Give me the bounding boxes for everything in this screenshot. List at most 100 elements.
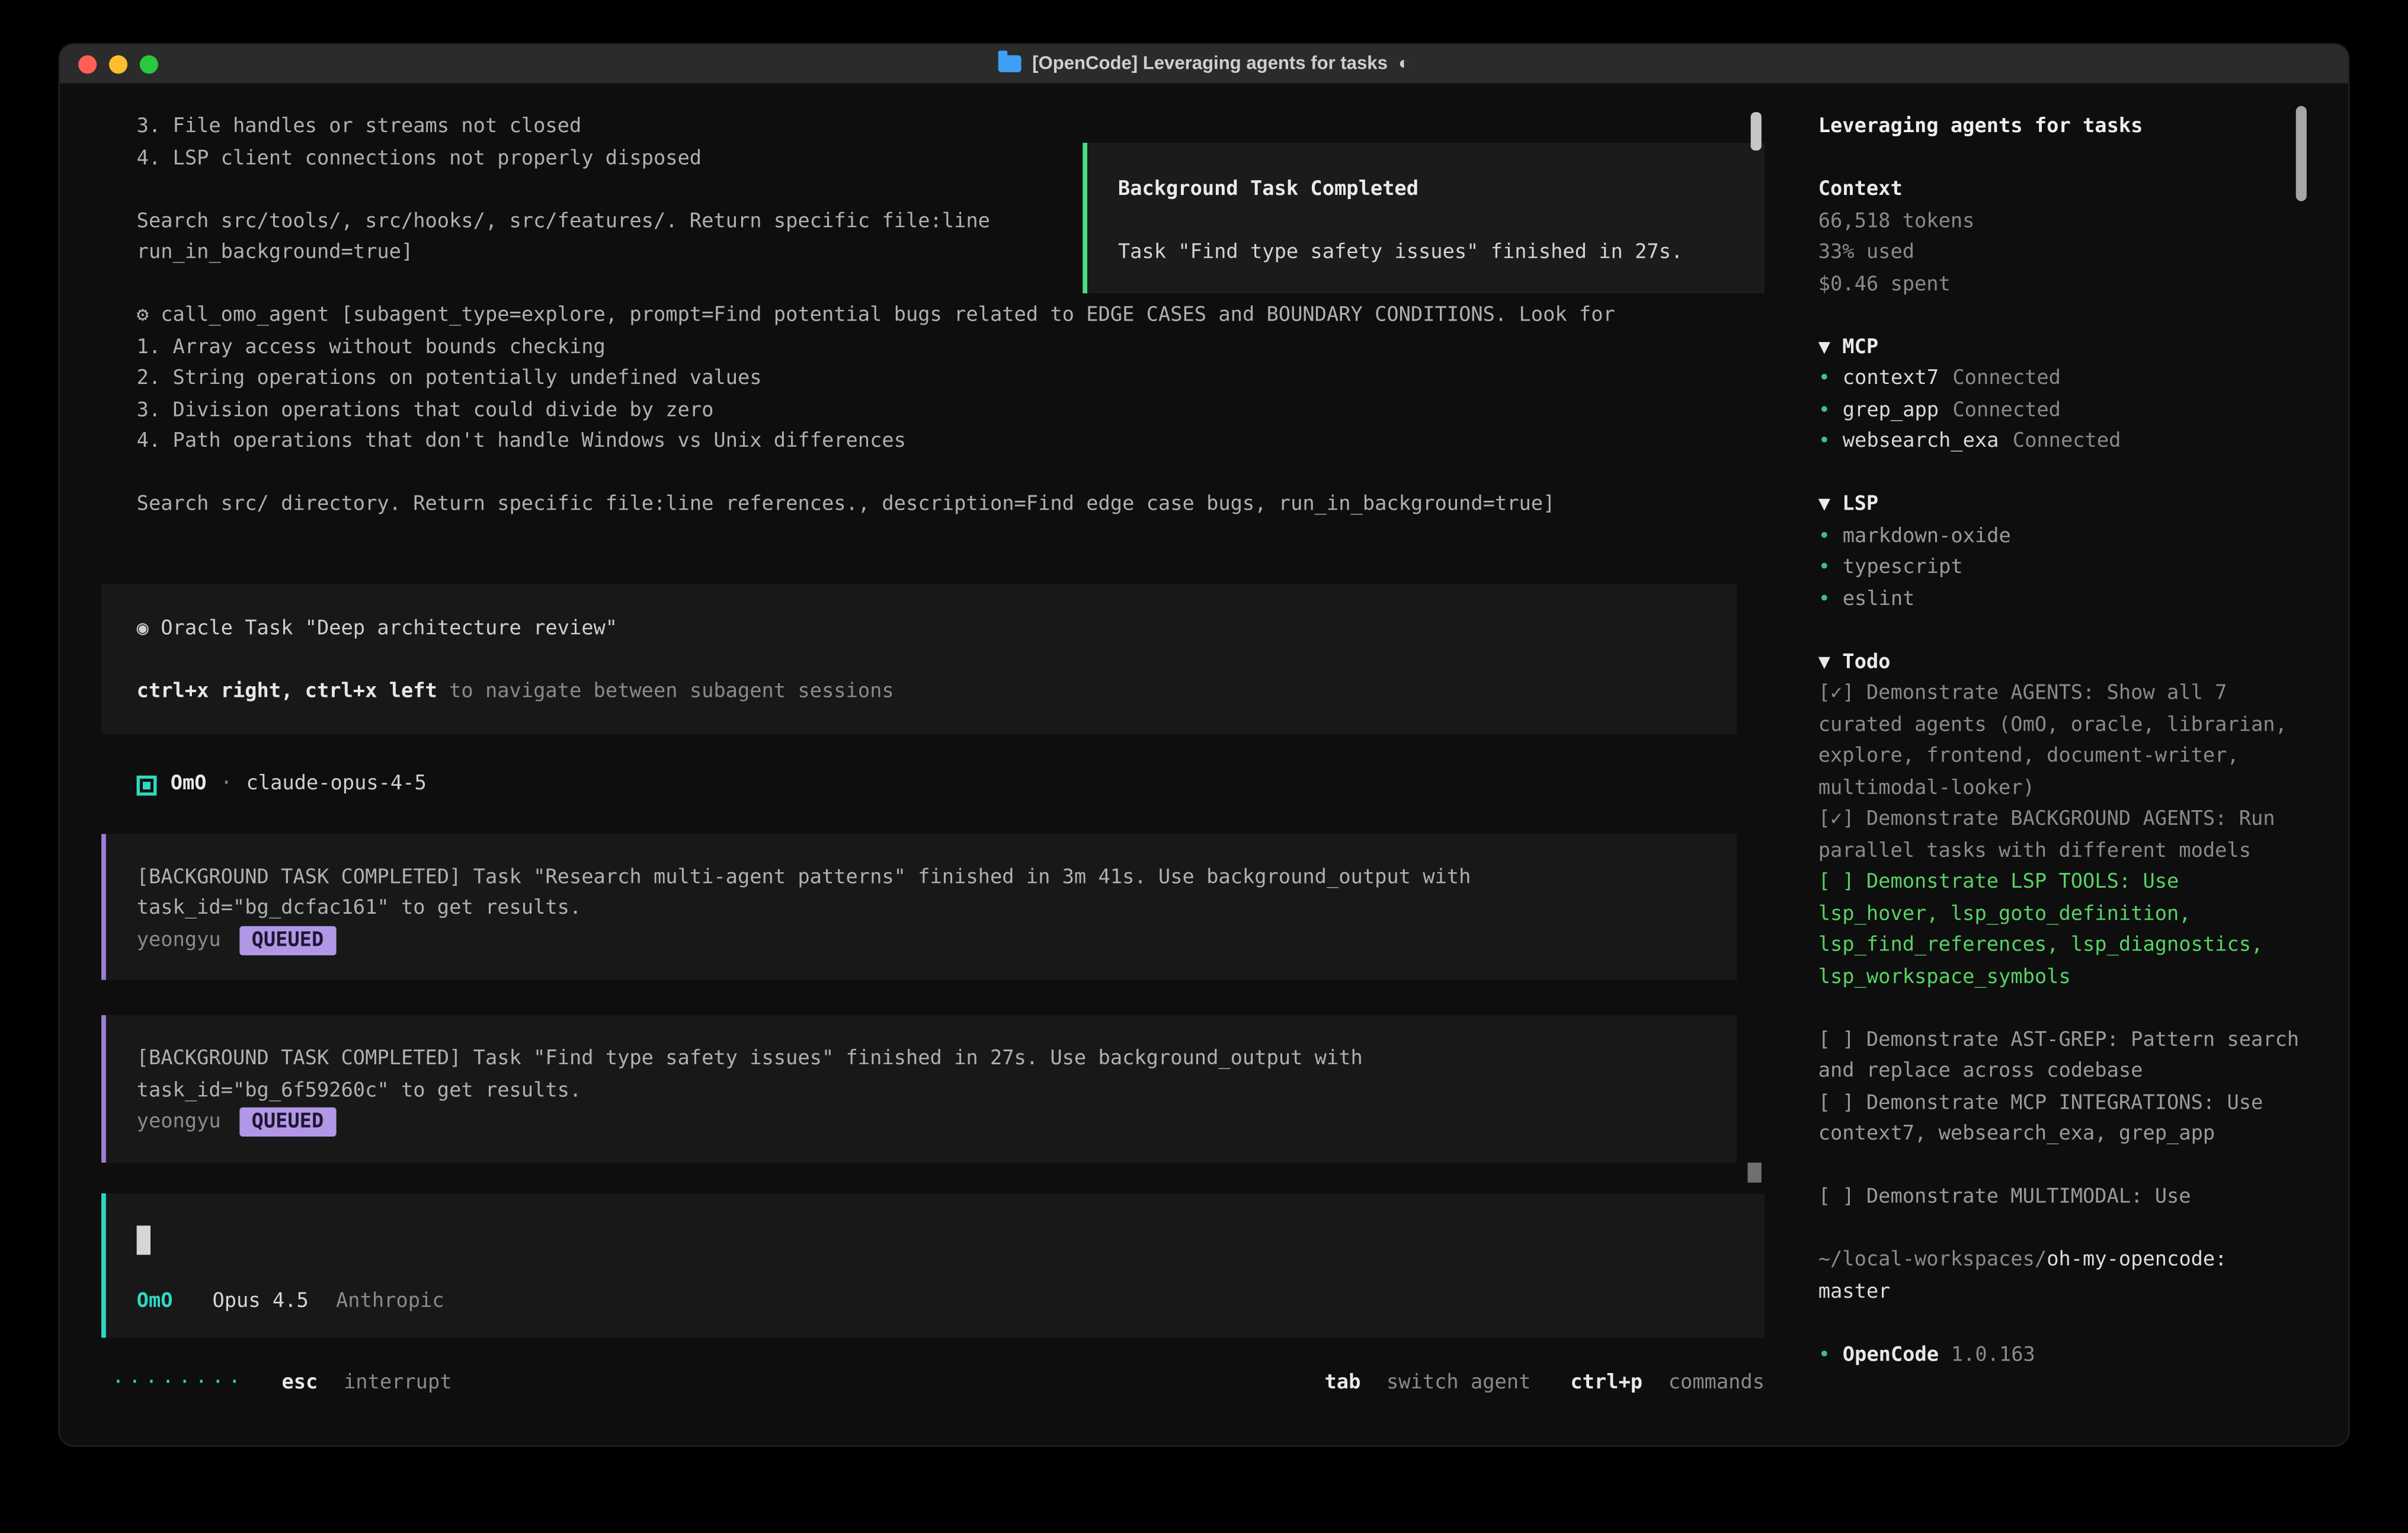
- agent-model: claude-opus-4-5: [246, 770, 427, 801]
- message-author: yeongyu: [137, 1110, 221, 1134]
- lsp-name: eslint: [1843, 587, 1915, 610]
- message-background-task-2: [BACKGROUND TASK COMPLETED] Task "Find t…: [101, 1015, 1737, 1162]
- workspace-path: ~/local-workspaces/oh-my-opencode: maste…: [1818, 1246, 2308, 1308]
- workspace-repo: oh-my-opencode:: [2047, 1249, 2227, 1272]
- agent-name: OmO: [171, 770, 207, 801]
- message-line: [BACKGROUND TASK COMPLETED] Task "Resear…: [137, 862, 1709, 894]
- status-right: tab switch agent ctrl+p commands: [1324, 1368, 1765, 1399]
- todo-item: [ ] Demonstrate AST-GREP: Pattern search…: [1818, 1025, 2308, 1088]
- lsp-item: typescript: [1818, 553, 2308, 584]
- mcp-status: Connected: [2013, 430, 2121, 453]
- todo-item: [ ] Demonstrate LSP TOOLS: Use lsp_hover…: [1818, 868, 2308, 994]
- message-meta: yeongyu QUEUED: [137, 926, 1709, 957]
- ctrl-p-key-label: commands: [1669, 1371, 1765, 1394]
- tab-key-label: switch agent: [1386, 1371, 1530, 1394]
- message-meta: yeongyu QUEUED: [137, 1108, 1709, 1139]
- status-dot-icon: [1818, 1343, 1843, 1366]
- folder-icon: [998, 55, 1022, 72]
- context-used: 33% used: [1818, 238, 2308, 270]
- toast-body: Task "Find type safety issues" finished …: [1118, 238, 1740, 270]
- close-button[interactable]: [78, 55, 97, 73]
- background-task-toast: Background Task Completed Task "Find typ…: [1083, 143, 1765, 293]
- mcp-status: Connected: [1952, 367, 2061, 390]
- input-model-name: Opus 4.5: [212, 1290, 308, 1313]
- todo-heading[interactable]: ▼ Todo: [1818, 647, 2308, 679]
- lsp-heading[interactable]: ▼ LSP: [1818, 490, 2308, 521]
- tool-call-item: 4. Path operations that don't handle Win…: [60, 427, 1795, 459]
- input-provider-name: Anthropic: [336, 1290, 444, 1313]
- tool-call-item: 3. Division operations that could divide…: [60, 395, 1795, 427]
- tab-key-hint: tab: [1324, 1371, 1360, 1394]
- context-tokens: 66,518 tokens: [1818, 207, 2308, 238]
- tool-call-header: ⚙ call_omo_agent [subagent_type=explore,…: [60, 301, 1795, 332]
- terminal-window: [OpenCode] Leveraging agents for tasks ◐…: [58, 43, 2349, 1447]
- lsp-item: eslint: [1818, 584, 2308, 616]
- status-dot-icon: [1818, 430, 1843, 453]
- mcp-name: grep_app: [1843, 399, 1939, 422]
- status-dot-icon: [1818, 556, 1843, 579]
- mcp-name: context7: [1843, 367, 1939, 390]
- todo-section: ▼ Todo [✓] Demonstrate AGENTS: Show all …: [1818, 647, 2308, 1214]
- gear-icon: ⚙: [137, 304, 149, 327]
- message-line: task_id="bg_dcfac161" to get results.: [137, 894, 1709, 925]
- oracle-task-title: ◉ Oracle Task "Deep architecture review": [137, 613, 1709, 645]
- text-cursor: [137, 1225, 150, 1254]
- window-content: 3. File handles or streams not closed 4.…: [60, 85, 2348, 1447]
- scrollback-line: 3. File handles or streams not closed: [60, 112, 1795, 143]
- mcp-heading[interactable]: ▼ MCP: [1818, 332, 2308, 364]
- mcp-item: grep_app Connected: [1818, 395, 2308, 427]
- message-line: task_id="bg_6f59260c" to get results.: [137, 1076, 1709, 1108]
- agent-header: OmO · claude-opus-4-5: [60, 770, 1795, 801]
- context-heading: Context: [1818, 175, 2308, 206]
- zoom-button[interactable]: [140, 55, 158, 73]
- tool-call-item: 1. Array access without bounds checking: [60, 332, 1795, 364]
- tool-call-item: 2. String operations on potentially unde…: [60, 364, 1795, 395]
- tool-call-header-text: call_omo_agent [subagent_type=explore, p…: [161, 304, 1615, 327]
- scrollbar-thumb[interactable]: [1748, 1163, 1762, 1183]
- omo-agent-icon: [137, 775, 157, 795]
- status-dot-icon: [1818, 524, 1843, 548]
- mcp-section: ▼ MCP context7 Connected grep_app Connecte…: [1818, 332, 2308, 459]
- mcp-item: websearch_exaConnected: [1818, 427, 2308, 459]
- opencode-name: OpenCode: [1843, 1343, 1939, 1366]
- status-left: ········ esc interrupt: [112, 1368, 451, 1399]
- scrollbar-thumb[interactable]: [1751, 112, 1762, 151]
- opencode-version: OpenCode 1.0.163: [1818, 1340, 2308, 1371]
- spinner-icon: ◐: [1398, 48, 1410, 79]
- lsp-section: ▼ LSP markdown-oxide typescript eslint: [1818, 490, 2308, 616]
- minimize-button[interactable]: [109, 55, 127, 73]
- session-title: Leveraging agents for tasks: [1818, 112, 2308, 143]
- message-line: [BACKGROUND TASK COMPLETED] Task "Find t…: [137, 1044, 1709, 1076]
- titlebar[interactable]: [OpenCode] Leveraging agents for tasks ◐: [60, 44, 2348, 84]
- workspace-dir: ~/local-workspaces/: [1818, 1249, 2047, 1272]
- todo-item: [ ] Demonstrate MULTIMODAL: Use: [1818, 1183, 2308, 1214]
- window-title-text: [OpenCode] Leveraging agents for tasks: [1032, 48, 1388, 79]
- ctrl-p-key-hint: ctrl+p: [1570, 1371, 1642, 1394]
- queued-badge: QUEUED: [239, 926, 336, 955]
- window-title: [OpenCode] Leveraging agents for tasks ◐: [998, 48, 1410, 79]
- message-author: yeongyu: [137, 929, 221, 952]
- opencode-version-number: 1.0.163: [1951, 1343, 2035, 1366]
- workspace-branch: master: [1818, 1277, 2308, 1308]
- tool-call-footer: Search src/ directory. Return specific f…: [60, 490, 1795, 521]
- hint-keys: ctrl+x right, ctrl+x left: [137, 680, 437, 703]
- agent-separator: ·: [220, 770, 232, 801]
- lsp-item: markdown-oxide: [1818, 521, 2308, 553]
- todo-item: [✓] Demonstrate BACKGROUND AGENTS: Run p…: [1818, 805, 2308, 868]
- esc-key-hint: esc: [281, 1371, 318, 1394]
- message-background-task-1: [BACKGROUND TASK COMPLETED] Task "Resear…: [101, 833, 1737, 980]
- mcp-status: Connected: [1952, 399, 2061, 422]
- context-section: Context 66,518 tokens 33% used $0.46 spe…: [1818, 175, 2308, 301]
- scrollbar-thumb[interactable]: [2296, 106, 2307, 201]
- input-footer: OmO Opus 4.5 Anthropic: [137, 1287, 444, 1318]
- desktop: [OpenCode] Leveraging agents for tasks ◐…: [0, 0, 2408, 1533]
- lsp-name: markdown-oxide: [1843, 524, 2011, 548]
- prompt-input[interactable]: OmO Opus 4.5 Anthropic: [101, 1193, 1765, 1337]
- esc-key-label: interrupt: [344, 1371, 452, 1394]
- status-bar: ········ esc interrupt tab switch agent …: [112, 1368, 1765, 1399]
- lsp-name: typescript: [1843, 556, 1963, 579]
- session-sidebar: Leveraging agents for tasks Context 66,5…: [1795, 85, 2348, 1447]
- queued-badge: QUEUED: [239, 1108, 336, 1137]
- spinner-dots: ········: [112, 1371, 245, 1394]
- toast-title: Background Task Completed: [1118, 175, 1740, 206]
